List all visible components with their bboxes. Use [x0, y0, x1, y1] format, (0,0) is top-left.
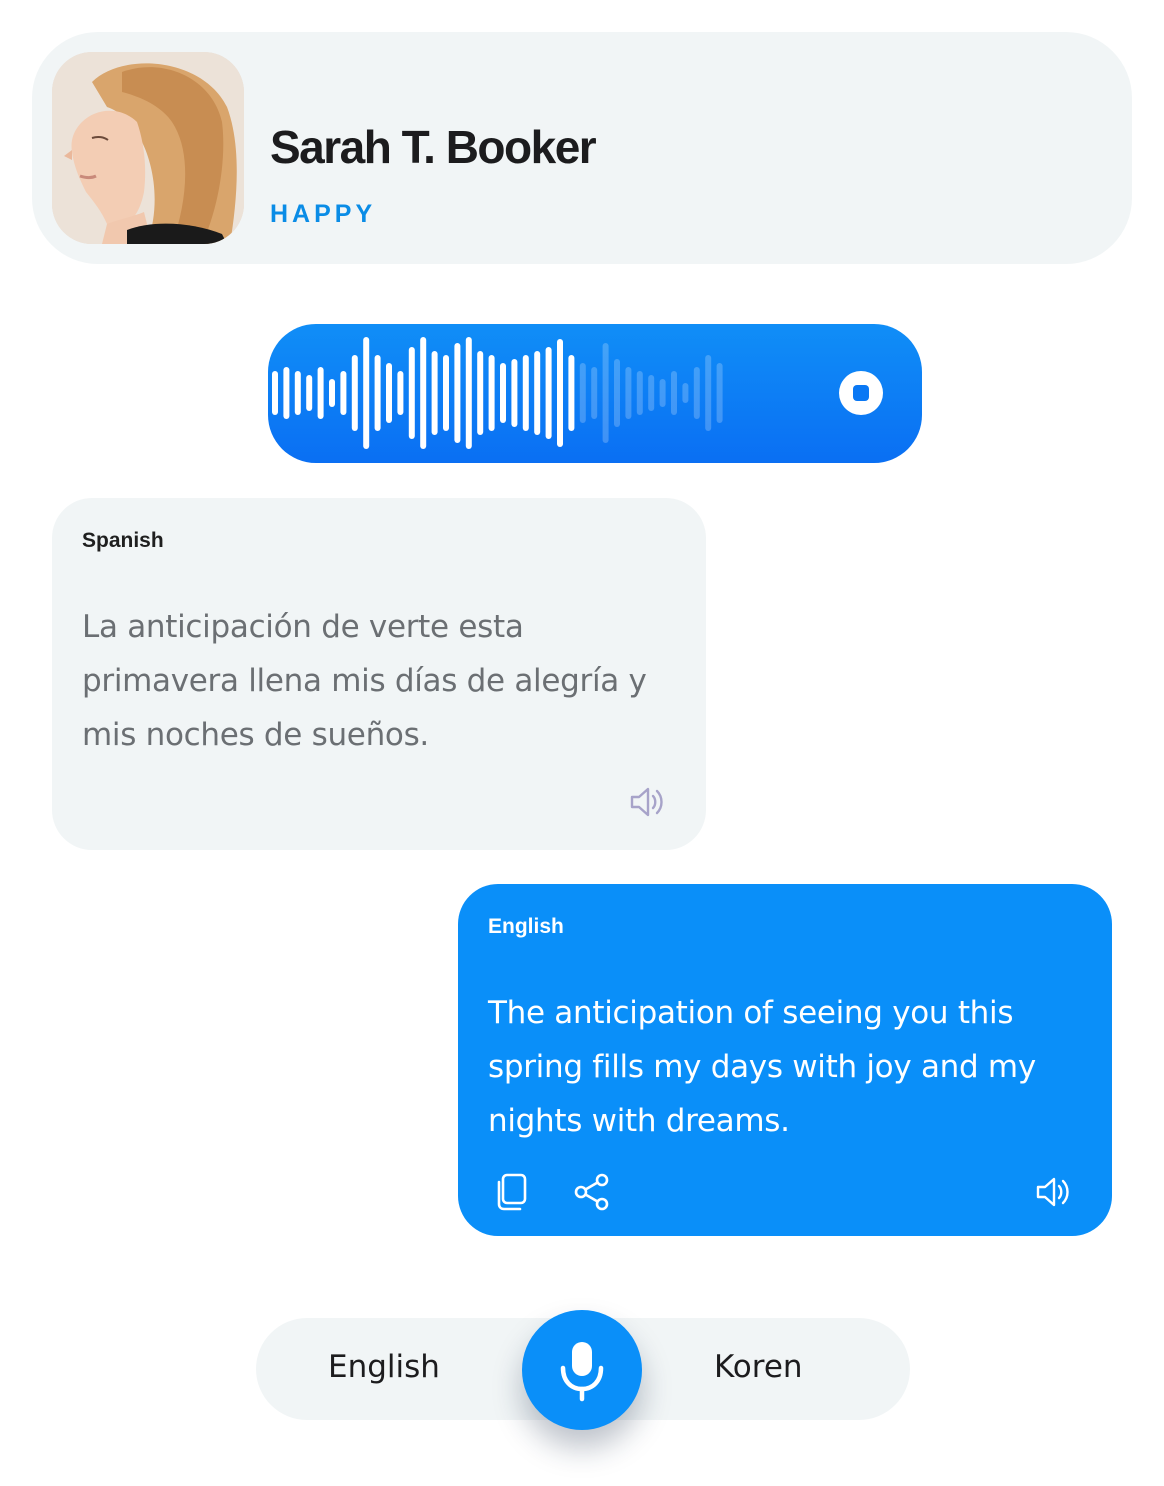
- waveform-bar: [420, 337, 427, 449]
- share-icon[interactable]: [572, 1172, 612, 1212]
- source-message-text: La anticipación de verte esta primavera …: [82, 609, 647, 753]
- waveform-bar: [579, 363, 586, 423]
- profile-name: Sarah T. Booker: [270, 121, 597, 173]
- waveform-bar: [648, 375, 655, 411]
- waveform-bar: [294, 371, 301, 415]
- waveform-bar: [306, 375, 313, 411]
- waveform-bar: [351, 355, 358, 431]
- profile-photo: [52, 52, 244, 244]
- waveform-bar: [614, 359, 620, 427]
- translated-message-bubble: English The anticipation of seeing you t…: [458, 884, 1112, 1236]
- waveform-bar: [443, 355, 449, 431]
- source-message-bubble: Spanish La anticipación de verte esta pr…: [52, 498, 706, 850]
- waveform-bar: [557, 339, 563, 447]
- waveform-bar: [477, 351, 484, 435]
- waveform-bar: [397, 371, 404, 415]
- waveform-bar: [705, 355, 712, 431]
- source-language-label: Spanish: [82, 529, 164, 552]
- waveform-bar: [374, 355, 381, 431]
- stop-recording-button[interactable]: [839, 371, 883, 415]
- waveform-bar: [329, 379, 335, 407]
- translated-message-text: The anticipation of seeing you this spri…: [488, 995, 1036, 1139]
- waveform-bar: [659, 379, 666, 407]
- waveform-bar: [500, 363, 506, 423]
- waveform-bar: [283, 367, 290, 419]
- waveform-bar: [522, 355, 529, 431]
- stop-icon: [853, 385, 869, 401]
- mood-status: HAPPY: [270, 200, 377, 228]
- waveform-bar: [693, 367, 700, 419]
- speaker-icon[interactable]: [628, 782, 668, 822]
- waveform-bar: [408, 347, 415, 439]
- waveform-bar: [317, 367, 324, 419]
- waveform-bar: [545, 347, 552, 439]
- waveform-bar: [716, 363, 723, 423]
- target-language-label: English: [488, 915, 564, 938]
- waveform-bar: [272, 371, 278, 415]
- source-language-option[interactable]: English: [328, 1352, 440, 1383]
- waveform-bar: [431, 351, 438, 435]
- waveform-bar: [386, 363, 392, 423]
- waveform-bar: [488, 355, 495, 431]
- profile-card: Sarah T. Booker HAPPY: [32, 32, 1132, 264]
- microphone-icon: [560, 1342, 604, 1402]
- waveform-bar: [682, 383, 689, 403]
- waveform-bar: [340, 371, 347, 415]
- microphone-button[interactable]: [522, 1310, 642, 1430]
- waveform-bar: [568, 355, 575, 431]
- waveform-bar: [671, 371, 677, 415]
- waveform-bar: [363, 337, 370, 449]
- speaker-icon[interactable]: [1034, 1172, 1074, 1212]
- waveform-bar: [454, 343, 461, 443]
- avatar: [52, 52, 244, 244]
- waveform-bar: [602, 343, 609, 443]
- waveform-bar: [465, 337, 472, 449]
- recording-waveform: [268, 324, 922, 463]
- copy-icon[interactable]: [494, 1172, 530, 1212]
- waveform-bar: [625, 367, 632, 419]
- waveform-icon: [272, 337, 723, 449]
- waveform-bar: [591, 367, 598, 419]
- waveform-bar: [636, 371, 643, 415]
- waveform-bar: [511, 359, 518, 427]
- target-language-option[interactable]: Koren: [714, 1352, 803, 1383]
- waveform-bar: [534, 351, 541, 435]
